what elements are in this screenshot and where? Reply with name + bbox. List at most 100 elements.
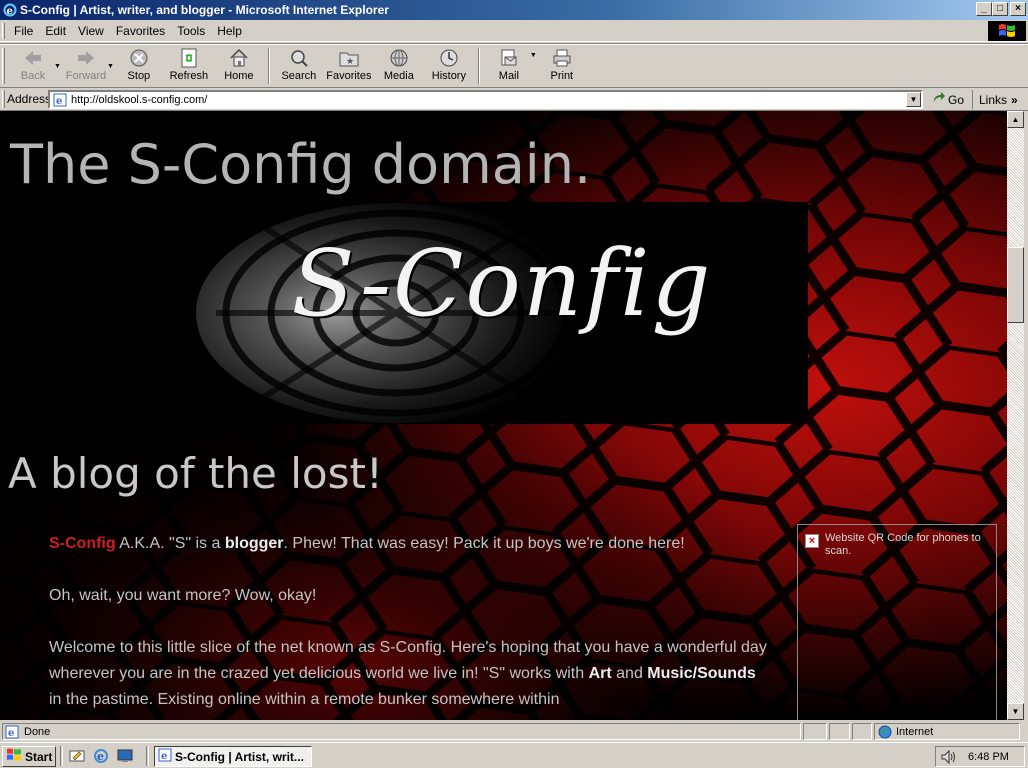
menu-tools[interactable]: Tools [171, 24, 211, 38]
para1-bold: blogger [224, 535, 284, 552]
svg-text:★: ★ [346, 56, 354, 66]
address-input[interactable]: e http://oldskool.s-config.com/ ▼ [48, 90, 923, 109]
window-title: S-Config | Artist, writer, and blogger -… [20, 3, 389, 17]
go-button[interactable]: Go [932, 91, 964, 108]
toolbar-separator [267, 48, 270, 84]
windows-logo-icon [6, 748, 22, 765]
back-dropdown-icon[interactable]: ▼ [54, 63, 61, 70]
forward-label: Forward [65, 70, 107, 82]
refresh-button[interactable]: Refresh [164, 47, 214, 82]
links-label: Links [979, 92, 1008, 107]
vertical-scrollbar[interactable]: ▲ ▼ [1007, 111, 1024, 720]
close-button[interactable]: × [1010, 2, 1026, 16]
stop-icon [128, 47, 150, 69]
menu-bar: File Edit View Favorites Tools Help [0, 20, 1028, 42]
menu-grip [2, 22, 5, 39]
forward-button[interactable]: Forward [61, 47, 111, 82]
stop-button[interactable]: Stop [114, 47, 164, 82]
menu-view[interactable]: View [72, 24, 110, 38]
favorites-folder-icon: ★ [338, 47, 360, 69]
menu-help[interactable]: Help [211, 24, 248, 38]
address-bar: Address e http://oldskool.s-config.com/ … [0, 88, 1028, 111]
history-button[interactable]: History [424, 47, 474, 82]
printer-icon [551, 47, 573, 69]
go-arrow-icon [932, 91, 946, 108]
quicklaunch-ie-icon[interactable]: e [92, 748, 110, 764]
svg-text:e: e [97, 750, 104, 763]
clock[interactable]: 6:48 PM [968, 751, 1009, 763]
menu-file[interactable]: File [8, 24, 39, 38]
quicklaunch-show-desktop-icon[interactable] [68, 748, 86, 764]
para1-text-a: A.K.A. "S" is a [115, 535, 225, 552]
toolbar-grip [2, 48, 5, 84]
windows-flag-icon [988, 21, 1026, 41]
taskbar: Start e e S-Config | Artist, writ... 6:4… [0, 742, 1028, 768]
svg-text:e: e [56, 96, 62, 107]
qr-alt-text: Website QR Code for phones to scan. [825, 532, 981, 557]
minimize-button[interactable]: _ [976, 2, 992, 16]
site-title: The S-Config domain. [10, 133, 592, 196]
refresh-label: Refresh [169, 70, 209, 82]
mail-button[interactable]: Mail [484, 47, 534, 82]
mail-dropdown-icon[interactable]: ▼ [530, 52, 537, 59]
browser-window: e S-Config | Artist, writer, and blogger… [0, 0, 1028, 742]
scroll-up-button[interactable]: ▲ [1007, 111, 1024, 128]
para3-bold-music: Music/Sounds [647, 665, 756, 682]
home-button[interactable]: Home [214, 47, 264, 82]
scroll-thumb[interactable] [1007, 247, 1024, 323]
menu-favorites[interactable]: Favorites [110, 24, 171, 38]
status-text: Done [24, 725, 51, 738]
page-done-icon: e [5, 725, 21, 739]
s-config-banner-image: S-Config [196, 202, 808, 424]
links-button[interactable]: Links » [972, 90, 1018, 109]
intro-paragraph-3: Welcome to this little slice of the net … [49, 635, 769, 713]
title-bar[interactable]: e S-Config | Artist, writer, and blogger… [0, 0, 1028, 20]
intro-paragraph-1: S-Config A.K.A. "S" is a blogger. Phew! … [49, 531, 769, 557]
standard-toolbar: Back ▼ Forward ▼ Stop Refresh Home Searc… [0, 43, 1028, 88]
home-icon [228, 47, 250, 69]
security-zone: Internet [874, 723, 1020, 740]
zone-label: Internet [896, 725, 934, 738]
chevron-right-icon: » [1011, 92, 1018, 107]
media-label: Media [383, 70, 414, 82]
go-label: Go [948, 92, 965, 107]
qr-code-placeholder: × Website QR Code for phones to scan. [797, 524, 997, 720]
brand-name: S-Config [49, 535, 116, 552]
page-icon: e [52, 93, 68, 107]
internet-globe-icon [878, 725, 892, 739]
blog-heading: A blog of the lost! [8, 449, 383, 498]
print-button[interactable]: Print [537, 47, 587, 82]
taskbar-separator [146, 746, 149, 766]
toolbar-separator [477, 48, 480, 84]
back-arrow-icon [22, 47, 44, 69]
ie-page-icon: e [158, 748, 172, 765]
address-label: Address [7, 92, 52, 106]
system-tray: 6:48 PM [935, 746, 1025, 767]
mail-icon [498, 47, 520, 69]
maximize-button[interactable]: □ [992, 2, 1008, 16]
favorites-button[interactable]: ★ Favorites [324, 47, 374, 82]
forward-dropdown-icon[interactable]: ▼ [107, 63, 114, 70]
search-button[interactable]: Search [274, 47, 324, 82]
quicklaunch-desktop-icon[interactable] [116, 748, 134, 764]
address-dropdown-icon[interactable]: ▼ [906, 92, 921, 107]
volume-icon[interactable] [940, 749, 956, 764]
intro-article: S-Config A.K.A. "S" is a blogger. Phew! … [49, 531, 769, 720]
ie-logo-icon: e [2, 2, 18, 18]
start-button[interactable]: Start [2, 746, 56, 767]
status-cell-lock [829, 723, 850, 740]
mail-label: Mail [498, 70, 519, 82]
status-cell-progress [803, 723, 827, 740]
scroll-down-button[interactable]: ▼ [1007, 703, 1024, 720]
menu-edit[interactable]: Edit [39, 24, 72, 38]
stop-label: Stop [127, 70, 151, 82]
back-button[interactable]: Back [8, 47, 58, 82]
svg-text:e: e [7, 6, 13, 17]
status-bar: e Done Internet [0, 721, 1028, 742]
intro-paragraph-2: Oh, wait, you want more? Wow, okay! [49, 587, 317, 604]
page-content: The S-Config domain. S-Config A blog of … [0, 111, 1007, 720]
taskbar-ie-window-button[interactable]: e S-Config | Artist, writ... [154, 746, 312, 767]
media-button[interactable]: Media [374, 47, 424, 82]
favorites-label: Favorites [326, 70, 372, 82]
taskbar-window-label: S-Config | Artist, writ... [175, 749, 304, 764]
